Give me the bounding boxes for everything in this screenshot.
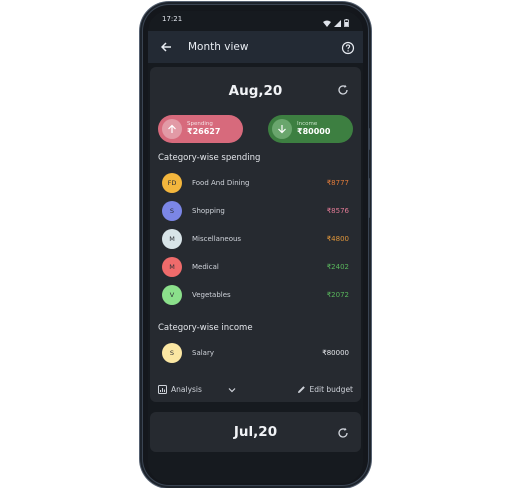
spending-amount: ₹26627 <box>187 126 221 136</box>
chart-icon <box>158 385 167 394</box>
next-month-card[interactable]: Jul,20 <box>150 412 361 452</box>
page-title: Month view <box>188 41 249 53</box>
category-row[interactable]: M Miscellaneous ₹4800 <box>156 225 355 253</box>
refresh-icon[interactable] <box>337 427 349 439</box>
spending-category-list: FD Food And Dining ₹8777 S Shopping ₹857… <box>156 169 355 309</box>
category-badge: M <box>162 257 182 277</box>
screen: 17:21 Month view Aug,20 Spending ₹26627 … <box>148 11 363 483</box>
income-section-title: Category-wise income <box>158 323 253 333</box>
refresh-icon[interactable] <box>337 84 349 96</box>
next-month-label: Jul,20 <box>233 424 278 440</box>
income-pill[interactable]: Income ₹80000 <box>268 115 353 143</box>
phone-frame: 17:21 Month view Aug,20 Spending ₹26627 … <box>143 5 368 485</box>
arrow-left-icon <box>160 42 171 52</box>
spending-pill[interactable]: Spending ₹26627 <box>158 115 243 143</box>
income-amount: ₹80000 <box>297 126 331 136</box>
help-icon <box>341 41 355 55</box>
category-amount: ₹8576 <box>326 207 349 215</box>
category-row[interactable]: S Shopping ₹8576 <box>156 197 355 225</box>
month-card: Aug,20 Spending ₹26627 Income ₹80000 Cat… <box>150 67 361 402</box>
income-text: Income ₹80000 <box>297 121 331 136</box>
edit-budget-label: Edit budget <box>309 385 354 394</box>
category-badge: S <box>162 201 182 221</box>
income-icon-circle <box>272 119 292 139</box>
category-badge: V <box>162 285 182 305</box>
analysis-button[interactable]: Analysis <box>158 385 236 394</box>
spending-text: Spending ₹26627 <box>187 121 221 136</box>
category-name: Miscellaneous <box>192 235 242 243</box>
category-amount: ₹2072 <box>326 291 349 299</box>
summary-pills: Spending ₹26627 Income ₹80000 <box>156 107 355 143</box>
status-bar: 17:21 <box>148 11 363 31</box>
chevron-down-icon <box>228 387 236 392</box>
category-name: Medical <box>192 263 219 271</box>
month-label: Aug,20 <box>228 83 283 99</box>
category-amount: ₹8777 <box>326 179 349 187</box>
spending-section-title: Category-wise spending <box>158 153 261 163</box>
income-category-list: S Salary ₹80000 <box>156 339 355 367</box>
arrow-down-icon <box>278 125 286 134</box>
category-amount: ₹4800 <box>326 235 349 243</box>
category-name: Food And Dining <box>192 179 250 187</box>
app-bar: Month view <box>148 31 363 63</box>
category-row[interactable]: S Salary ₹80000 <box>156 339 355 367</box>
battery-icon <box>344 19 349 27</box>
wifi-icon <box>323 20 331 27</box>
pencil-icon <box>297 386 305 393</box>
category-row[interactable]: FD Food And Dining ₹8777 <box>156 169 355 197</box>
status-time: 17:21 <box>162 15 183 23</box>
edit-budget-button[interactable]: Edit budget <box>297 385 354 394</box>
category-name: Vegetables <box>192 291 231 299</box>
category-badge: M <box>162 229 182 249</box>
category-badge: FD <box>162 173 182 193</box>
signal-icon <box>334 19 341 27</box>
category-row[interactable]: M Medical ₹2402 <box>156 253 355 281</box>
back-button[interactable] <box>158 39 174 55</box>
volume-button <box>368 178 370 218</box>
category-amount: ₹2402 <box>326 263 349 271</box>
month-card-header: Aug,20 <box>156 75 355 107</box>
analysis-label: Analysis <box>171 385 202 394</box>
category-badge: S <box>162 343 182 363</box>
category-name: Salary <box>192 349 214 357</box>
category-amount: ₹80000 <box>322 349 349 357</box>
card-actions: Analysis Edit budget <box>156 367 355 402</box>
category-name: Shopping <box>192 207 225 215</box>
category-row[interactable]: V Vegetables ₹2072 <box>156 281 355 309</box>
content: Aug,20 Spending ₹26627 Income ₹80000 Cat… <box>148 63 363 452</box>
help-button[interactable] <box>341 40 355 55</box>
power-button <box>368 128 370 150</box>
arrow-up-icon <box>168 124 176 133</box>
spending-icon-circle <box>162 119 182 139</box>
status-icons <box>323 15 349 31</box>
